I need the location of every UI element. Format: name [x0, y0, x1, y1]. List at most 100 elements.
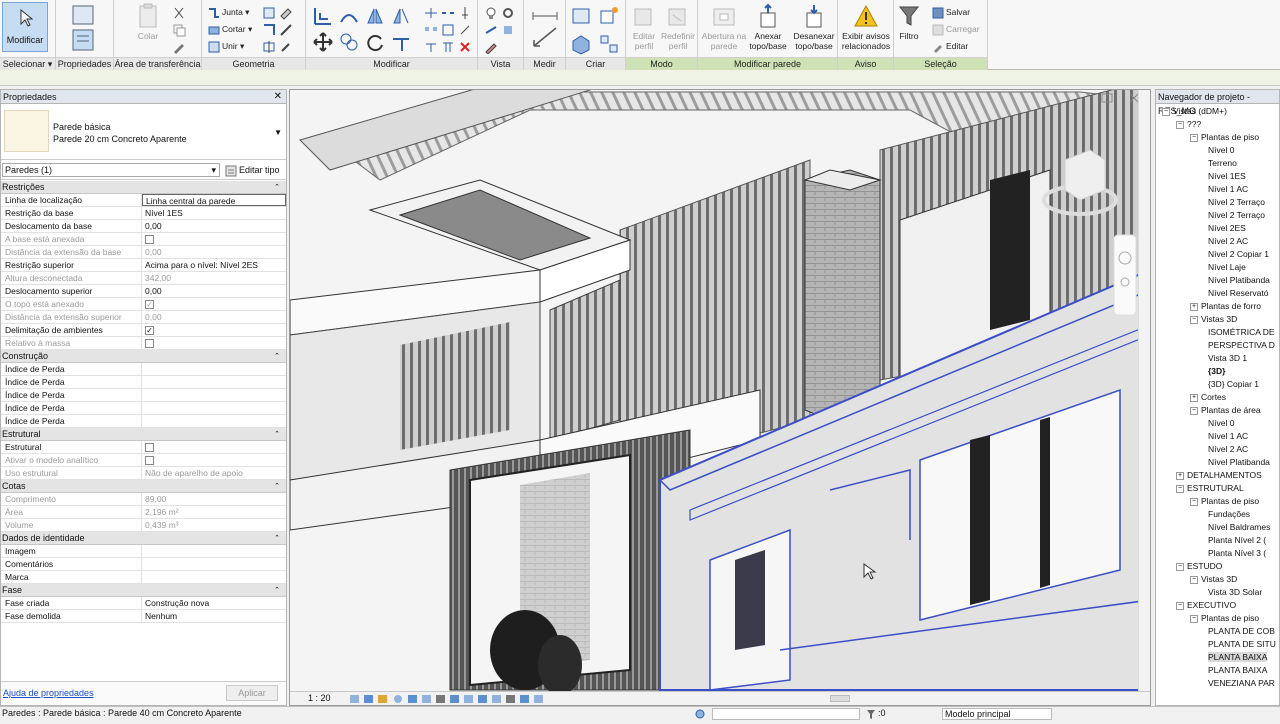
- type-selector[interactable]: Parede básica Parede 20 cm Concreto Apar…: [1, 104, 286, 160]
- worksharing-icon[interactable]: [694, 708, 706, 724]
- create-parts-icon[interactable]: [570, 33, 592, 55]
- tree-item[interactable]: + Cortes: [1156, 391, 1279, 404]
- join-button[interactable]: Junta ▾: [208, 6, 249, 19]
- 3d-viewport[interactable]: 1 : 20: [289, 89, 1151, 706]
- collapse-icon[interactable]: −: [1190, 406, 1198, 415]
- paste-button[interactable]: Colar: [128, 3, 168, 41]
- apply-button[interactable]: Aplicar: [226, 685, 278, 701]
- lightbulb-icon[interactable]: [484, 6, 498, 20]
- property-value[interactable]: [142, 376, 286, 388]
- load-selection-button[interactable]: Carregar: [932, 23, 980, 36]
- collapse-icon[interactable]: ⌃: [274, 181, 280, 194]
- tree-item[interactable]: PLANTA BAIXA: [1156, 664, 1279, 677]
- expand-icon[interactable]: +: [1190, 302, 1198, 311]
- building-3d-model[interactable]: [290, 90, 1151, 693]
- property-value[interactable]: Nível 1ES: [142, 207, 286, 219]
- tree-item[interactable]: Nível 2 Terraço: [1156, 209, 1279, 222]
- tree-item[interactable]: Nível Laje: [1156, 261, 1279, 274]
- tree-item[interactable]: Terreno: [1156, 157, 1279, 170]
- property-group-header[interactable]: Construção ⌃: [1, 350, 286, 363]
- property-value[interactable]: [142, 558, 286, 570]
- design-option-dropdown[interactable]: Modelo principal: [942, 708, 1052, 720]
- save-selection-button[interactable]: Salvar: [932, 6, 970, 19]
- mirror-draw-icon[interactable]: [390, 5, 412, 27]
- property-value[interactable]: [142, 571, 286, 583]
- scale-icon[interactable]: [441, 23, 455, 37]
- tree-item[interactable]: Nível 0: [1156, 417, 1279, 430]
- collapse-icon[interactable]: −: [1176, 484, 1184, 493]
- create-assembly-icon[interactable]: [598, 5, 620, 27]
- tree-item[interactable]: − Vistas 3D: [1156, 313, 1279, 326]
- property-value[interactable]: [142, 402, 286, 414]
- edit-profile-button[interactable]: Editar perfil: [628, 3, 660, 51]
- tree-item[interactable]: + Plantas de forro: [1156, 300, 1279, 313]
- collapse-icon[interactable]: −: [1190, 575, 1198, 584]
- collapse-icon[interactable]: −: [1190, 614, 1198, 623]
- property-value[interactable]: [142, 441, 286, 453]
- collapse-icon[interactable]: −: [1176, 120, 1184, 129]
- property-group-header[interactable]: Restrições ⌃: [1, 181, 286, 194]
- cut-button[interactable]: Cortar ▾: [208, 23, 252, 36]
- pick-icon[interactable]: [279, 40, 293, 54]
- pin-icon[interactable]: [458, 6, 472, 20]
- property-value[interactable]: [142, 389, 286, 401]
- tree-item[interactable]: Vista 3D Solar: [1156, 586, 1279, 599]
- tree-item[interactable]: Nível Platibanda: [1156, 274, 1279, 287]
- tree-item[interactable]: Vista 3D 1: [1156, 352, 1279, 365]
- tree-item[interactable]: ISOMÉTRICA DE: [1156, 326, 1279, 339]
- tree-item[interactable]: Nível Baldrames: [1156, 521, 1279, 534]
- wall-joins-icon[interactable]: [262, 23, 276, 37]
- select-dropdown[interactable]: Selecionar ▾: [0, 57, 55, 70]
- navigation-bar[interactable]: [1113, 234, 1137, 316]
- edit-selection-button[interactable]: Editar: [932, 40, 968, 53]
- detach-top-base-button[interactable]: Desanexar topo/base: [792, 3, 836, 51]
- tree-item[interactable]: − EXECUTIVO: [1156, 599, 1279, 612]
- tree-item[interactable]: PLANTA BAIXA: [1156, 651, 1279, 664]
- collapse-icon[interactable]: ⌃: [274, 428, 280, 441]
- wall-opening-button[interactable]: Abertura na parede: [700, 3, 748, 51]
- copy-elements-icon[interactable]: [338, 31, 360, 53]
- tree-item[interactable]: Nível 2 AC: [1156, 235, 1279, 248]
- cut-icon[interactable]: [172, 6, 186, 20]
- property-group-header[interactable]: Cotas ⌃: [1, 480, 286, 493]
- tree-item[interactable]: − ESTRUTURAL: [1156, 482, 1279, 495]
- vertical-scrollbar[interactable]: [1138, 90, 1150, 693]
- tree-item[interactable]: PLANTA DE COB: [1156, 625, 1279, 638]
- properties-help-link[interactable]: Ajuda de propriedades: [3, 688, 94, 698]
- tree-item[interactable]: Fundações: [1156, 508, 1279, 521]
- property-value[interactable]: Acima para o nível: Nível 2ES: [142, 259, 286, 271]
- tree-item[interactable]: VENEZIANA PAR: [1156, 677, 1279, 690]
- split-icon[interactable]: [262, 40, 276, 54]
- trim-multiple-icon[interactable]: [441, 40, 455, 54]
- collapse-icon[interactable]: ⌃: [274, 532, 280, 545]
- reset-profile-button[interactable]: Redefinir perfil: [660, 3, 696, 51]
- property-value[interactable]: Construção nova: [142, 597, 286, 609]
- collapse-icon[interactable]: ⌃: [274, 350, 280, 363]
- property-value[interactable]: Nenhum: [142, 610, 286, 622]
- tree-item[interactable]: Nível 2 Terraço: [1156, 196, 1279, 209]
- show-warnings-button[interactable]: Exibir avisos relacionados: [840, 3, 892, 51]
- filter-button[interactable]: Filtro: [896, 3, 922, 41]
- expand-icon[interactable]: +: [1176, 471, 1184, 480]
- modify-tool-button[interactable]: Modificar: [2, 2, 48, 52]
- view-control-icons[interactable]: [348, 693, 548, 705]
- tree-item[interactable]: Nível Platibanda: [1156, 456, 1279, 469]
- create-group-icon[interactable]: [598, 33, 620, 55]
- property-group-header[interactable]: Dados de identidade ⌃: [1, 532, 286, 545]
- filter-status-icon[interactable]: [866, 708, 876, 724]
- view-scale[interactable]: 1 : 20: [308, 692, 331, 705]
- tree-item[interactable]: Nível 1 AC: [1156, 430, 1279, 443]
- unite-button[interactable]: Unir ▾: [208, 40, 244, 53]
- unpin-icon[interactable]: [458, 23, 472, 37]
- property-value[interactable]: [142, 545, 286, 557]
- tree-item[interactable]: Nível 1ES: [1156, 170, 1279, 183]
- match-properties-icon[interactable]: [172, 40, 186, 54]
- checkbox[interactable]: [145, 443, 154, 453]
- tree-item[interactable]: − Plantas de área: [1156, 404, 1279, 417]
- demolish-icon[interactable]: [279, 23, 293, 37]
- tree-item[interactable]: Planta Nível 3 (: [1156, 547, 1279, 560]
- tree-item[interactable]: −???: [1156, 118, 1279, 131]
- tree-item[interactable]: − Vistas (dDM+): [1156, 105, 1279, 118]
- collapse-icon[interactable]: −: [1176, 601, 1184, 610]
- instance-filter-dropdown[interactable]: Paredes (1): [2, 163, 220, 177]
